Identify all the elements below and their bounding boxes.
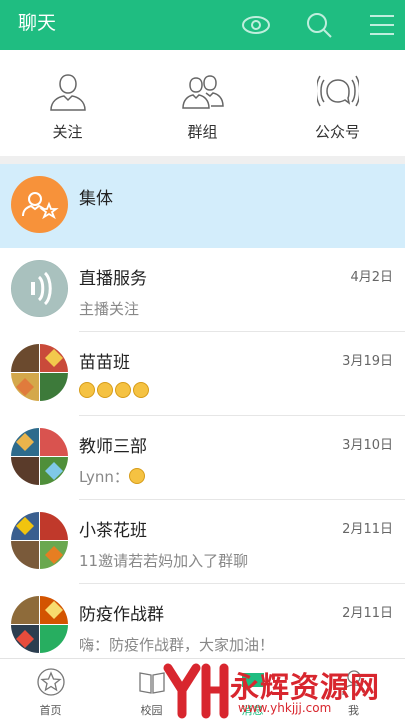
photo-collage-avatar xyxy=(11,596,68,653)
conversation-date: 3月19日 xyxy=(342,354,393,369)
group-icon xyxy=(182,75,224,109)
tab-home[interactable]: 首页 xyxy=(0,659,101,720)
smile-emoji-icon xyxy=(133,382,149,398)
star-icon xyxy=(37,668,65,696)
conversation-list: 集体 直播服务 4月2日 主播关注 苗苗班 3月19日 教师三部 3月10日 L… xyxy=(0,164,405,658)
conversation-name: 直播服务 xyxy=(79,269,147,289)
watermark-text: 永辉资源网 xyxy=(230,670,381,704)
conversation-item[interactable]: 教师三部 3月10日 Lynn： xyxy=(0,416,405,500)
conversation-item[interactable]: 防疫作战群 2月11日 嗨：防疫作战群，大家加油！ xyxy=(0,584,405,658)
groups-shortcut[interactable]: 群组 xyxy=(135,50,270,156)
conversation-preview xyxy=(79,382,151,400)
public-accounts-shortcut[interactable]: 公众号 xyxy=(270,50,405,156)
conversation-preview: Lynn： xyxy=(79,466,147,487)
conversation-item[interactable]: 苗苗班 3月19日 xyxy=(0,332,405,416)
watermark-logo-icon xyxy=(163,663,229,719)
grin-emoji-icon xyxy=(128,468,145,484)
conversation-date: 4月2日 xyxy=(350,270,393,285)
conversation-item[interactable]: 小茶花班 2月11日 11邀请若若妈加入了群聊 xyxy=(0,500,405,584)
conversation-preview: 11邀请若若妈加入了群聊 xyxy=(79,552,249,570)
photo-collage-avatar xyxy=(11,344,68,401)
conversation-date: 3月10日 xyxy=(342,438,393,453)
conversation-preview: 嗨：防疫作战群，大家加油！ xyxy=(79,636,275,654)
conversation-date: 2月11日 xyxy=(342,522,393,537)
section-divider xyxy=(0,156,405,164)
preview-text: Lynn： xyxy=(79,468,129,486)
person-icon xyxy=(50,74,86,111)
live-service-avatar xyxy=(11,260,68,317)
conversation-name: 集体 xyxy=(79,189,113,209)
page-title: 聊天 xyxy=(18,12,57,34)
conversation-preview: 主播关注 xyxy=(79,300,140,318)
group-star-avatar xyxy=(11,176,68,233)
top-app-bar: 聊天 xyxy=(0,0,405,50)
eye-icon[interactable] xyxy=(240,9,272,41)
conversation-name: 教师三部 xyxy=(79,437,147,457)
conversation-name: 小茶花班 xyxy=(79,521,147,541)
watermark: 永辉资源网 www.yhkjjj.com xyxy=(160,660,385,720)
broadcast-icon xyxy=(317,75,359,107)
conversation-date: 2月11日 xyxy=(342,606,393,621)
groups-label: 群组 xyxy=(187,123,218,141)
conversation-item[interactable]: 直播服务 4月2日 主播关注 xyxy=(0,248,405,332)
smile-emoji-icon xyxy=(97,382,113,398)
menu-icon[interactable] xyxy=(366,9,398,41)
photo-collage-avatar xyxy=(11,428,68,485)
tab-label: 首页 xyxy=(39,704,62,717)
photo-collage-avatar xyxy=(11,512,68,569)
follow-shortcut[interactable]: 关注 xyxy=(0,50,135,156)
conversation-name: 防疫作战群 xyxy=(79,605,164,625)
conversation-name: 苗苗班 xyxy=(79,353,130,373)
chat-screen: 聊天 关注 群组 公众号 集体 直播服务 4月2日 主播关注 苗苗班 3月19日… xyxy=(0,0,405,720)
quick-access-row: 关注 群组 公众号 xyxy=(0,50,405,156)
watermark-url: www.yhkjjj.com xyxy=(238,701,332,715)
follow-label: 关注 xyxy=(52,123,83,141)
public-accounts-label: 公众号 xyxy=(314,123,360,141)
conversation-item[interactable]: 集体 xyxy=(0,164,405,248)
smile-emoji-icon xyxy=(79,382,95,398)
search-icon[interactable] xyxy=(303,9,335,41)
smile-emoji-icon xyxy=(115,382,131,398)
